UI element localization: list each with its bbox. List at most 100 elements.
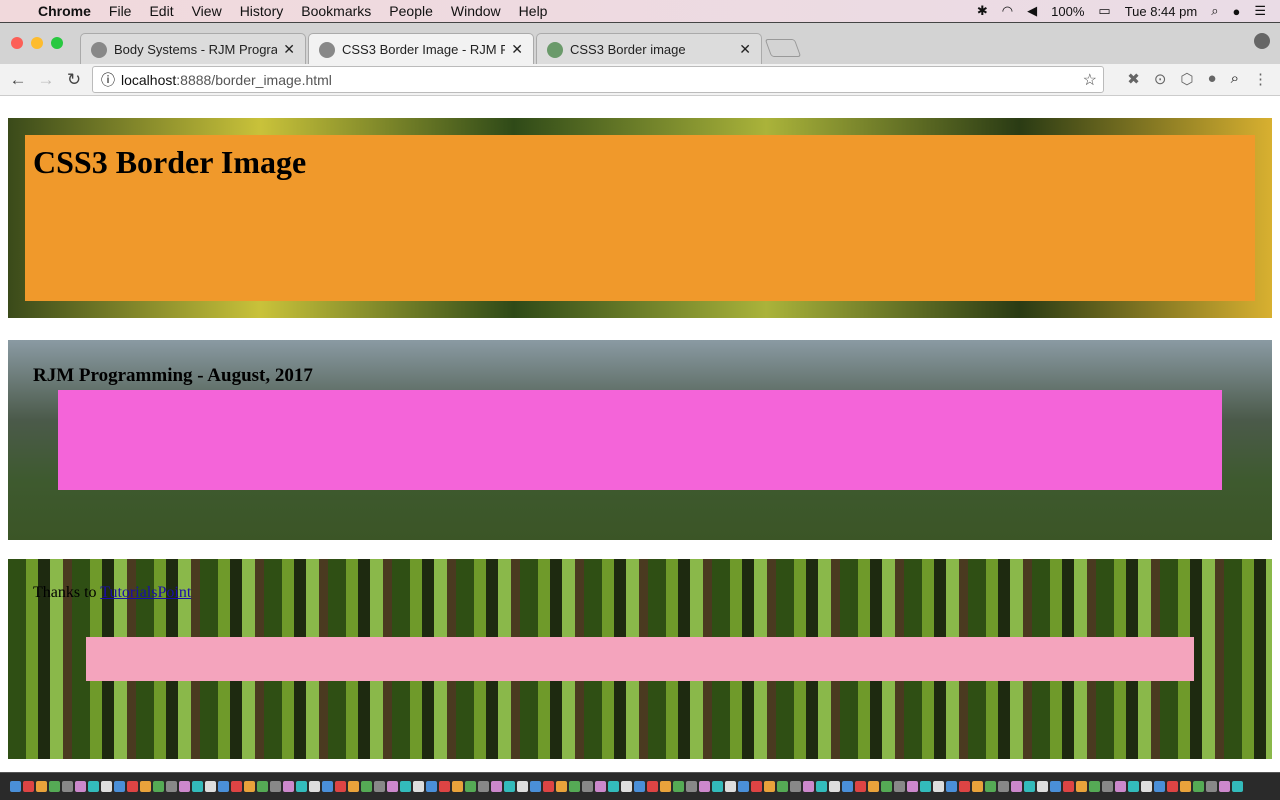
dock-app-icon[interactable] bbox=[1063, 781, 1074, 792]
dock-app-icon[interactable] bbox=[296, 781, 307, 792]
menu-window[interactable]: Window bbox=[451, 3, 501, 19]
forward-icon[interactable]: → bbox=[32, 70, 60, 90]
dock-app-icon[interactable] bbox=[959, 781, 970, 792]
dock-app-icon[interactable] bbox=[439, 781, 450, 792]
dock-app-icon[interactable] bbox=[998, 781, 1009, 792]
dock-app-icon[interactable] bbox=[270, 781, 281, 792]
dock-app-icon[interactable] bbox=[803, 781, 814, 792]
dock-app-icon[interactable] bbox=[972, 781, 983, 792]
spotlight-icon[interactable]: ⌕ bbox=[1211, 3, 1218, 19]
dock-app-icon[interactable] bbox=[751, 781, 762, 792]
wifi-icon[interactable]: ◠ bbox=[1002, 3, 1013, 19]
dock-app-icon[interactable] bbox=[569, 781, 580, 792]
dock-app-icon[interactable] bbox=[192, 781, 203, 792]
dock-app-icon[interactable] bbox=[452, 781, 463, 792]
clock[interactable]: Tue 8:44 pm bbox=[1125, 4, 1198, 19]
dock-app-icon[interactable] bbox=[114, 781, 125, 792]
menu-edit[interactable]: Edit bbox=[149, 3, 173, 19]
dock-app-icon[interactable] bbox=[868, 781, 879, 792]
dock-app-icon[interactable] bbox=[829, 781, 840, 792]
search-icon[interactable]: ⌕ bbox=[1231, 70, 1239, 88]
new-tab-button[interactable] bbox=[764, 39, 802, 57]
dock-app-icon[interactable] bbox=[23, 781, 34, 792]
dock-app-icon[interactable] bbox=[504, 781, 515, 792]
close-tab-icon[interactable]: ✕ bbox=[739, 41, 751, 58]
close-window-button[interactable] bbox=[11, 37, 23, 49]
extension-icon[interactable]: ⊙ bbox=[1154, 70, 1167, 88]
dock-app-icon[interactable] bbox=[127, 781, 138, 792]
dock-app-icon[interactable] bbox=[582, 781, 593, 792]
tab-css3-border-image-2[interactable]: CSS3 Border image ✕ bbox=[536, 33, 762, 65]
dock-app-icon[interactable] bbox=[712, 781, 723, 792]
dock-app-icon[interactable] bbox=[764, 781, 775, 792]
dock-app-icon[interactable] bbox=[1141, 781, 1152, 792]
dock-app-icon[interactable] bbox=[140, 781, 151, 792]
minimize-window-button[interactable] bbox=[31, 37, 43, 49]
reload-icon[interactable]: ↻ bbox=[60, 70, 88, 90]
dock-app-icon[interactable] bbox=[920, 781, 931, 792]
menu-help[interactable]: Help bbox=[519, 3, 548, 19]
dock-app-icon[interactable] bbox=[673, 781, 684, 792]
dock-app-icon[interactable] bbox=[738, 781, 749, 792]
dock-app-icon[interactable] bbox=[335, 781, 346, 792]
dock-app-icon[interactable] bbox=[244, 781, 255, 792]
dock-app-icon[interactable] bbox=[465, 781, 476, 792]
dock-app-icon[interactable] bbox=[1115, 781, 1126, 792]
dock-app-icon[interactable] bbox=[218, 781, 229, 792]
dock-app-icon[interactable] bbox=[10, 781, 21, 792]
dock-app-icon[interactable] bbox=[1180, 781, 1191, 792]
dock-app-icon[interactable] bbox=[361, 781, 372, 792]
dock-app-icon[interactable] bbox=[660, 781, 671, 792]
dock-app-icon[interactable] bbox=[1154, 781, 1165, 792]
dock-app-icon[interactable] bbox=[790, 781, 801, 792]
dock-app-icon[interactable] bbox=[426, 781, 437, 792]
tutorialspoint-link[interactable]: TutorialsPoint bbox=[100, 584, 191, 601]
dock-app-icon[interactable] bbox=[478, 781, 489, 792]
dock-app-icon[interactable] bbox=[933, 781, 944, 792]
dock-app-icon[interactable] bbox=[621, 781, 632, 792]
dock-app-icon[interactable] bbox=[231, 781, 242, 792]
dock-app-icon[interactable] bbox=[816, 781, 827, 792]
dock-app-icon[interactable] bbox=[1232, 781, 1243, 792]
menu-people[interactable]: People bbox=[389, 3, 433, 19]
dock-app-icon[interactable] bbox=[1128, 781, 1139, 792]
dock-app-icon[interactable] bbox=[1024, 781, 1035, 792]
dock-app-icon[interactable] bbox=[309, 781, 320, 792]
close-tab-icon[interactable]: ✕ bbox=[511, 41, 523, 58]
dock-app-icon[interactable] bbox=[881, 781, 892, 792]
info-icon[interactable]: ⓘ bbox=[101, 70, 115, 90]
notification-center-icon[interactable]: ☰ bbox=[1254, 3, 1266, 19]
dock-app-icon[interactable] bbox=[1089, 781, 1100, 792]
dock-app-icon[interactable] bbox=[634, 781, 645, 792]
dock-app-icon[interactable] bbox=[777, 781, 788, 792]
dock-app-icon[interactable] bbox=[75, 781, 86, 792]
menu-app[interactable]: Chrome bbox=[38, 3, 91, 19]
extension-icon[interactable]: ⬡ bbox=[1180, 70, 1193, 88]
dock-app-icon[interactable] bbox=[595, 781, 606, 792]
battery-icon[interactable]: ▭ bbox=[1098, 3, 1110, 19]
dock-app-icon[interactable] bbox=[387, 781, 398, 792]
back-icon[interactable]: ← bbox=[4, 70, 32, 90]
dock-app-icon[interactable] bbox=[985, 781, 996, 792]
dock-app-icon[interactable] bbox=[257, 781, 268, 792]
menu-view[interactable]: View bbox=[192, 3, 222, 19]
dock-app-icon[interactable] bbox=[205, 781, 216, 792]
dock-app-icon[interactable] bbox=[49, 781, 60, 792]
dock-app-icon[interactable] bbox=[1037, 781, 1048, 792]
dock-app-icon[interactable] bbox=[62, 781, 73, 792]
dock-app-icon[interactable] bbox=[855, 781, 866, 792]
dock-app-icon[interactable] bbox=[1076, 781, 1087, 792]
address-bar[interactable]: ⓘ localhost:8888/border_image.html ☆ bbox=[92, 66, 1104, 93]
dock-app-icon[interactable] bbox=[101, 781, 112, 792]
dock-app-icon[interactable] bbox=[556, 781, 567, 792]
dock-app-icon[interactable] bbox=[1193, 781, 1204, 792]
dock-app-icon[interactable] bbox=[647, 781, 658, 792]
dock-app-icon[interactable] bbox=[374, 781, 385, 792]
close-tab-icon[interactable]: ✕ bbox=[283, 41, 295, 58]
dock-app-icon[interactable] bbox=[322, 781, 333, 792]
dock-app-icon[interactable] bbox=[842, 781, 853, 792]
profile-icon[interactable] bbox=[1254, 33, 1270, 49]
dock-app-icon[interactable] bbox=[1102, 781, 1113, 792]
menu-kebab-icon[interactable]: ⋮ bbox=[1253, 70, 1268, 88]
menu-file[interactable]: File bbox=[109, 3, 132, 19]
